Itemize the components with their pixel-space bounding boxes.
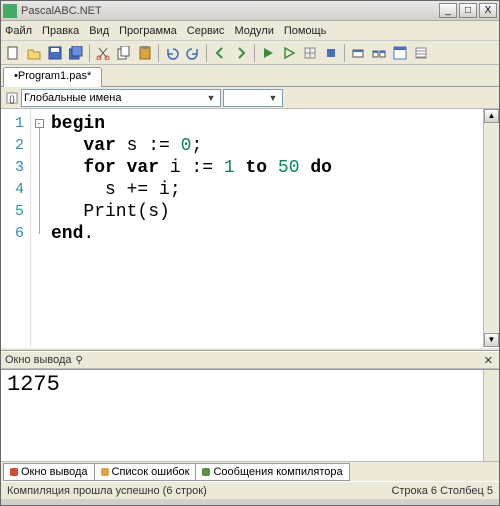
line-gutter: 1 2 3 4 5 6 bbox=[1, 109, 31, 347]
window-title: PascalABC.NET bbox=[21, 5, 439, 17]
step-over-icon[interactable] bbox=[369, 43, 389, 63]
line-number: 5 bbox=[1, 201, 24, 223]
menubar: Файл Правка Вид Программа Сервис Модули … bbox=[1, 21, 499, 41]
toolbar bbox=[1, 41, 499, 65]
minimize-button[interactable]: _ bbox=[439, 3, 457, 18]
scope-row: {} Глобальные имена ▼ ▼ bbox=[1, 87, 499, 109]
redo-icon[interactable] bbox=[183, 43, 203, 63]
chevron-down-icon: ▼ bbox=[266, 93, 280, 103]
line-number: 1 bbox=[1, 113, 24, 135]
line-number: 2 bbox=[1, 135, 24, 157]
app-icon bbox=[3, 4, 17, 18]
editor-scrollbar[interactable]: ▲ ▼ bbox=[483, 109, 499, 347]
compiler-tab-icon bbox=[202, 468, 210, 476]
tab-compiler[interactable]: Сообщения компилятора bbox=[195, 463, 349, 481]
code-area[interactable]: begin var s := 0; for var i := 1 to 50 d… bbox=[47, 109, 483, 347]
cut-icon[interactable] bbox=[93, 43, 113, 63]
form-designer-icon[interactable] bbox=[390, 43, 410, 63]
copy-icon[interactable] bbox=[114, 43, 134, 63]
window-titlebar: PascalABC.NET _ □ X bbox=[1, 1, 499, 21]
status-position: Строка 6 Столбец 5 bbox=[391, 485, 493, 497]
output-panel-header: Окно вывода ⚲ ✕ bbox=[1, 351, 499, 369]
step-into-icon[interactable] bbox=[348, 43, 368, 63]
bottom-tabs: Окно вывода Список ошибок Сообщения комп… bbox=[1, 461, 499, 481]
menu-modules[interactable]: Модули bbox=[234, 25, 273, 37]
open-file-icon[interactable] bbox=[24, 43, 44, 63]
scope-icon: {} bbox=[5, 91, 19, 105]
menu-program[interactable]: Программа bbox=[119, 25, 177, 37]
run-icon[interactable] bbox=[258, 43, 278, 63]
status-compile: Компиляция прошла успешно (6 строк) bbox=[7, 485, 207, 497]
nav-back-icon[interactable] bbox=[210, 43, 230, 63]
chevron-down-icon: ▼ bbox=[204, 93, 218, 103]
fold-column: - bbox=[31, 109, 47, 347]
errors-tab-icon bbox=[101, 468, 109, 476]
stop-icon[interactable] bbox=[321, 43, 341, 63]
new-file-icon[interactable] bbox=[3, 43, 23, 63]
menu-service[interactable]: Сервис bbox=[187, 25, 225, 37]
panel-close-icon[interactable]: ✕ bbox=[482, 354, 495, 367]
run-nodebug-icon[interactable] bbox=[279, 43, 299, 63]
output-value: 1275 bbox=[7, 372, 60, 397]
menu-help[interactable]: Помощь bbox=[284, 25, 327, 37]
save-icon[interactable] bbox=[45, 43, 65, 63]
output-tab-icon bbox=[10, 468, 18, 476]
maximize-button[interactable]: □ bbox=[459, 3, 477, 18]
output-panel[interactable]: 1275 bbox=[1, 369, 499, 461]
tab-errors[interactable]: Список ошибок bbox=[94, 463, 197, 481]
menu-file[interactable]: Файл bbox=[5, 25, 32, 37]
statusbar: Компиляция прошла успешно (6 строк) Стро… bbox=[1, 481, 499, 499]
paste-icon[interactable] bbox=[135, 43, 155, 63]
undo-icon[interactable] bbox=[162, 43, 182, 63]
code-editor[interactable]: 1 2 3 4 5 6 - begin var s := 0; for var … bbox=[1, 109, 499, 347]
line-number: 3 bbox=[1, 157, 24, 179]
output-panel-title: Окно вывода bbox=[5, 354, 72, 366]
close-button[interactable]: X bbox=[479, 3, 497, 18]
compile-icon[interactable] bbox=[300, 43, 320, 63]
output-scrollbar[interactable] bbox=[483, 370, 499, 461]
tab-program1[interactable]: •Program1.pas* bbox=[3, 67, 102, 87]
properties-icon[interactable] bbox=[411, 43, 431, 63]
member-combo[interactable]: ▼ bbox=[223, 89, 283, 107]
line-number: 4 bbox=[1, 179, 24, 201]
tab-output[interactable]: Окно вывода bbox=[3, 463, 95, 481]
file-tabs: •Program1.pas* bbox=[1, 65, 499, 87]
fold-toggle[interactable]: - bbox=[35, 119, 44, 128]
menu-view[interactable]: Вид bbox=[89, 25, 109, 37]
save-all-icon[interactable] bbox=[66, 43, 86, 63]
nav-fwd-icon[interactable] bbox=[231, 43, 251, 63]
pin-icon[interactable]: ⚲ bbox=[76, 355, 83, 366]
svg-text:{}: {} bbox=[9, 94, 15, 104]
scope-combo[interactable]: Глобальные имена ▼ bbox=[21, 89, 221, 107]
scroll-down-icon[interactable]: ▼ bbox=[484, 333, 499, 347]
scope-combo-label: Глобальные имена bbox=[24, 92, 122, 104]
menu-edit[interactable]: Правка bbox=[42, 25, 79, 37]
scroll-up-icon[interactable]: ▲ bbox=[484, 109, 499, 123]
line-number: 6 bbox=[1, 223, 24, 245]
